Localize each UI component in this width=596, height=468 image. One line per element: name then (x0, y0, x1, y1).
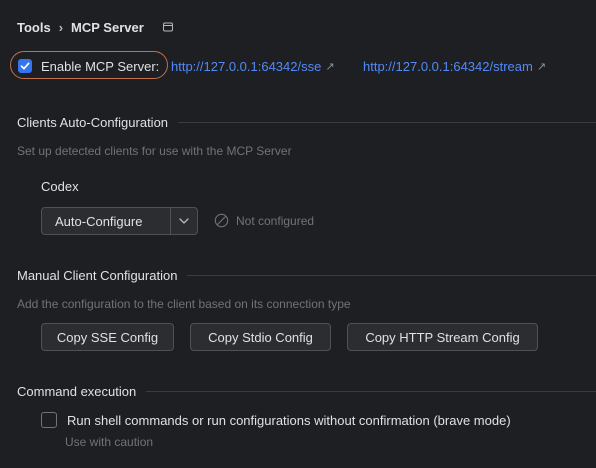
copy-sse-config-button[interactable]: Copy SSE Config (41, 323, 174, 351)
window-icon[interactable] (162, 21, 174, 33)
stream-link-wrap: http://127.0.0.1:64342/stream ↗ (363, 58, 546, 76)
auto-configure-dropdown[interactable]: Auto-Configure (41, 207, 198, 235)
manual-title-text: Manual Client Configuration (17, 268, 178, 283)
external-link-arrow-icon: ↗ (325, 61, 335, 73)
copy-http-stream-config-button[interactable]: Copy HTTP Stream Config (347, 323, 538, 351)
caution-hint: Use with caution (65, 435, 154, 449)
codex-status: Not configured (214, 213, 314, 228)
command-execution-section-title: Command execution (17, 384, 596, 399)
sse-url-text: http://127.0.0.1:64342/sse (171, 59, 322, 74)
breadcrumb-tools[interactable]: Tools (17, 20, 51, 35)
chevron-down-icon[interactable] (171, 218, 197, 224)
brave-mode-checkbox[interactable] (41, 412, 57, 428)
section-divider (187, 275, 596, 276)
stream-url-text: http://127.0.0.1:64342/stream (363, 59, 533, 74)
codex-client-label: Codex (41, 179, 79, 194)
enable-mcp-checkbox[interactable] (18, 59, 32, 73)
manual-config-section-title: Manual Client Configuration (17, 268, 596, 283)
breadcrumb-separator: › (58, 19, 64, 35)
status-text: Not configured (236, 213, 315, 228)
mcp-server-settings-page: Tools › MCP Server Enable MCP Server: ht… (0, 0, 596, 468)
clients-auto-description: Set up detected clients for use with the… (17, 144, 292, 158)
checkmark-icon (20, 62, 30, 70)
breadcrumb-current: MCP Server (71, 19, 144, 35)
brave-mode-row: Run shell commands or run configurations… (41, 412, 511, 428)
enable-mcp-row: Enable MCP Server: (18, 56, 159, 76)
external-link-arrow-icon: ↗ (536, 61, 547, 73)
section-divider (178, 122, 596, 123)
clients-auto-title-text: Clients Auto-Configuration (17, 115, 169, 130)
stream-url-link[interactable]: http://127.0.0.1:64342/stream ↗ (363, 59, 546, 74)
section-divider (146, 391, 596, 392)
manual-config-description: Add the configuration to the client base… (17, 297, 351, 311)
enable-mcp-label[interactable]: Enable MCP Server: (41, 59, 159, 74)
command-title-text: Command execution (17, 384, 137, 399)
brave-mode-label[interactable]: Run shell commands or run configurations… (67, 413, 511, 428)
not-configured-icon (214, 213, 229, 228)
sse-link-wrap: http://127.0.0.1:64342/sse ↗ (171, 58, 335, 76)
clients-auto-section-title: Clients Auto-Configuration (17, 115, 596, 130)
copy-stdio-config-button[interactable]: Copy Stdio Config (190, 323, 331, 351)
breadcrumb: Tools › MCP Server (17, 18, 174, 36)
sse-url-link[interactable]: http://127.0.0.1:64342/sse ↗ (171, 59, 335, 74)
dropdown-value: Auto-Configure (55, 213, 143, 229)
